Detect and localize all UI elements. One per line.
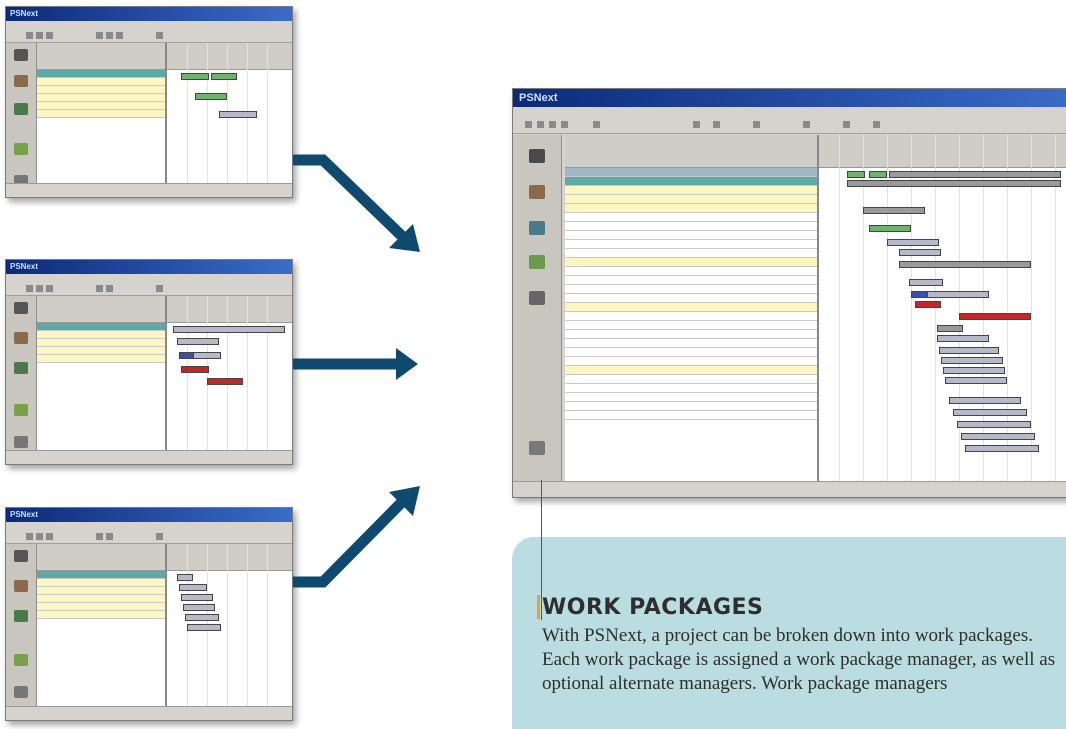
table-row[interactable]	[565, 357, 817, 366]
gantt-bar[interactable]	[945, 377, 1007, 384]
navigation-sidebar	[513, 135, 562, 483]
gantt-bar[interactable]	[957, 421, 1031, 428]
gantt-bar[interactable]	[939, 347, 999, 354]
panel-title: WORK PACKAGES	[542, 595, 764, 620]
toolbar-button[interactable]	[537, 121, 544, 128]
toolbar-button[interactable]	[803, 121, 810, 128]
table-row[interactable]	[565, 240, 817, 249]
table-row[interactable]	[565, 303, 817, 312]
table-row[interactable]	[565, 411, 817, 420]
gantt-bar[interactable]	[941, 357, 1003, 364]
projects-icon[interactable]	[529, 149, 545, 163]
gantt-bar[interactable]	[899, 261, 1031, 268]
arrow-middle-head	[396, 348, 418, 380]
callout-line	[541, 480, 542, 620]
gantt-bar[interactable]	[959, 313, 1031, 320]
gantt-bar[interactable]	[887, 239, 939, 246]
panel-body-text: With PSNext, a project can be broken dow…	[542, 625, 1056, 694]
table-row[interactable]	[565, 375, 817, 384]
gantt-bar[interactable]	[869, 225, 911, 232]
table-row[interactable]	[565, 312, 817, 321]
calendar-icon[interactable]	[529, 255, 545, 269]
info-panel: WORK PACKAGES With PSNext, a project can…	[512, 537, 1066, 729]
settings-icon[interactable]	[529, 441, 545, 455]
gantt-bar[interactable]	[847, 171, 865, 178]
toolbar-button[interactable]	[873, 121, 880, 128]
title-accent-bar	[537, 595, 540, 619]
gantt-bar[interactable]	[965, 445, 1039, 452]
app-logo: PSNext	[519, 92, 558, 104]
main-screenshot-window: PSNext	[512, 88, 1066, 498]
gantt-bar[interactable]	[937, 325, 963, 332]
table-row[interactable]	[565, 186, 817, 195]
table-row[interactable]	[565, 204, 817, 213]
tasks-icon[interactable]	[529, 185, 545, 199]
table-row[interactable]	[565, 285, 817, 294]
table-row[interactable]	[565, 249, 817, 258]
gantt-bar[interactable]	[943, 367, 1005, 374]
gantt-bar[interactable]	[889, 171, 1061, 178]
toolbar-button[interactable]	[561, 121, 568, 128]
gantt-bar[interactable]	[869, 171, 887, 178]
table-row[interactable]	[565, 222, 817, 231]
reports-icon[interactable]	[529, 291, 545, 305]
gantt-bar[interactable]	[961, 433, 1035, 440]
timeline-header	[819, 135, 1066, 168]
toolbar-button[interactable]	[525, 121, 532, 128]
gantt-bar[interactable]	[937, 335, 989, 342]
resources-icon[interactable]	[529, 221, 545, 235]
window-titlebar	[513, 89, 1066, 107]
table-row[interactable]	[565, 294, 817, 303]
table-row[interactable]	[565, 276, 817, 285]
table-row[interactable]	[565, 195, 817, 204]
table-row[interactable]	[565, 267, 817, 276]
table-row[interactable]	[565, 348, 817, 357]
table-row[interactable]	[565, 213, 817, 222]
table-row[interactable]	[565, 168, 817, 177]
gantt-bar[interactable]	[899, 249, 941, 256]
gantt-bar[interactable]	[949, 397, 1021, 404]
table-row[interactable]	[565, 384, 817, 393]
grid-header	[565, 135, 817, 168]
status-bar	[513, 481, 1066, 497]
toolbar-button[interactable]	[713, 121, 720, 128]
table-row[interactable]	[565, 393, 817, 402]
toolbar-button[interactable]	[843, 121, 850, 128]
table-row[interactable]	[565, 330, 817, 339]
gantt-bar[interactable]	[927, 291, 989, 298]
toolbar-button[interactable]	[693, 121, 700, 128]
arrow-bottom	[293, 496, 408, 588]
gantt-bar[interactable]	[953, 409, 1027, 416]
table-row[interactable]	[565, 321, 817, 330]
toolbar-button[interactable]	[549, 121, 556, 128]
gantt-bar[interactable]	[863, 207, 925, 214]
toolbar-button[interactable]	[593, 121, 600, 128]
gantt-bar[interactable]	[909, 279, 943, 286]
table-row[interactable]	[565, 366, 817, 375]
arrow-top	[293, 154, 410, 244]
table-row[interactable]	[565, 231, 817, 240]
table-row[interactable]	[565, 402, 817, 411]
table-row[interactable]	[565, 339, 817, 348]
task-grid	[565, 135, 819, 481]
gantt-chart	[819, 135, 1066, 481]
table-row[interactable]	[565, 258, 817, 267]
gantt-bar[interactable]	[847, 180, 1061, 187]
toolbar	[513, 117, 1066, 134]
toolbar-button[interactable]	[753, 121, 760, 128]
table-row[interactable]	[565, 177, 817, 186]
gantt-bar[interactable]	[915, 301, 941, 308]
